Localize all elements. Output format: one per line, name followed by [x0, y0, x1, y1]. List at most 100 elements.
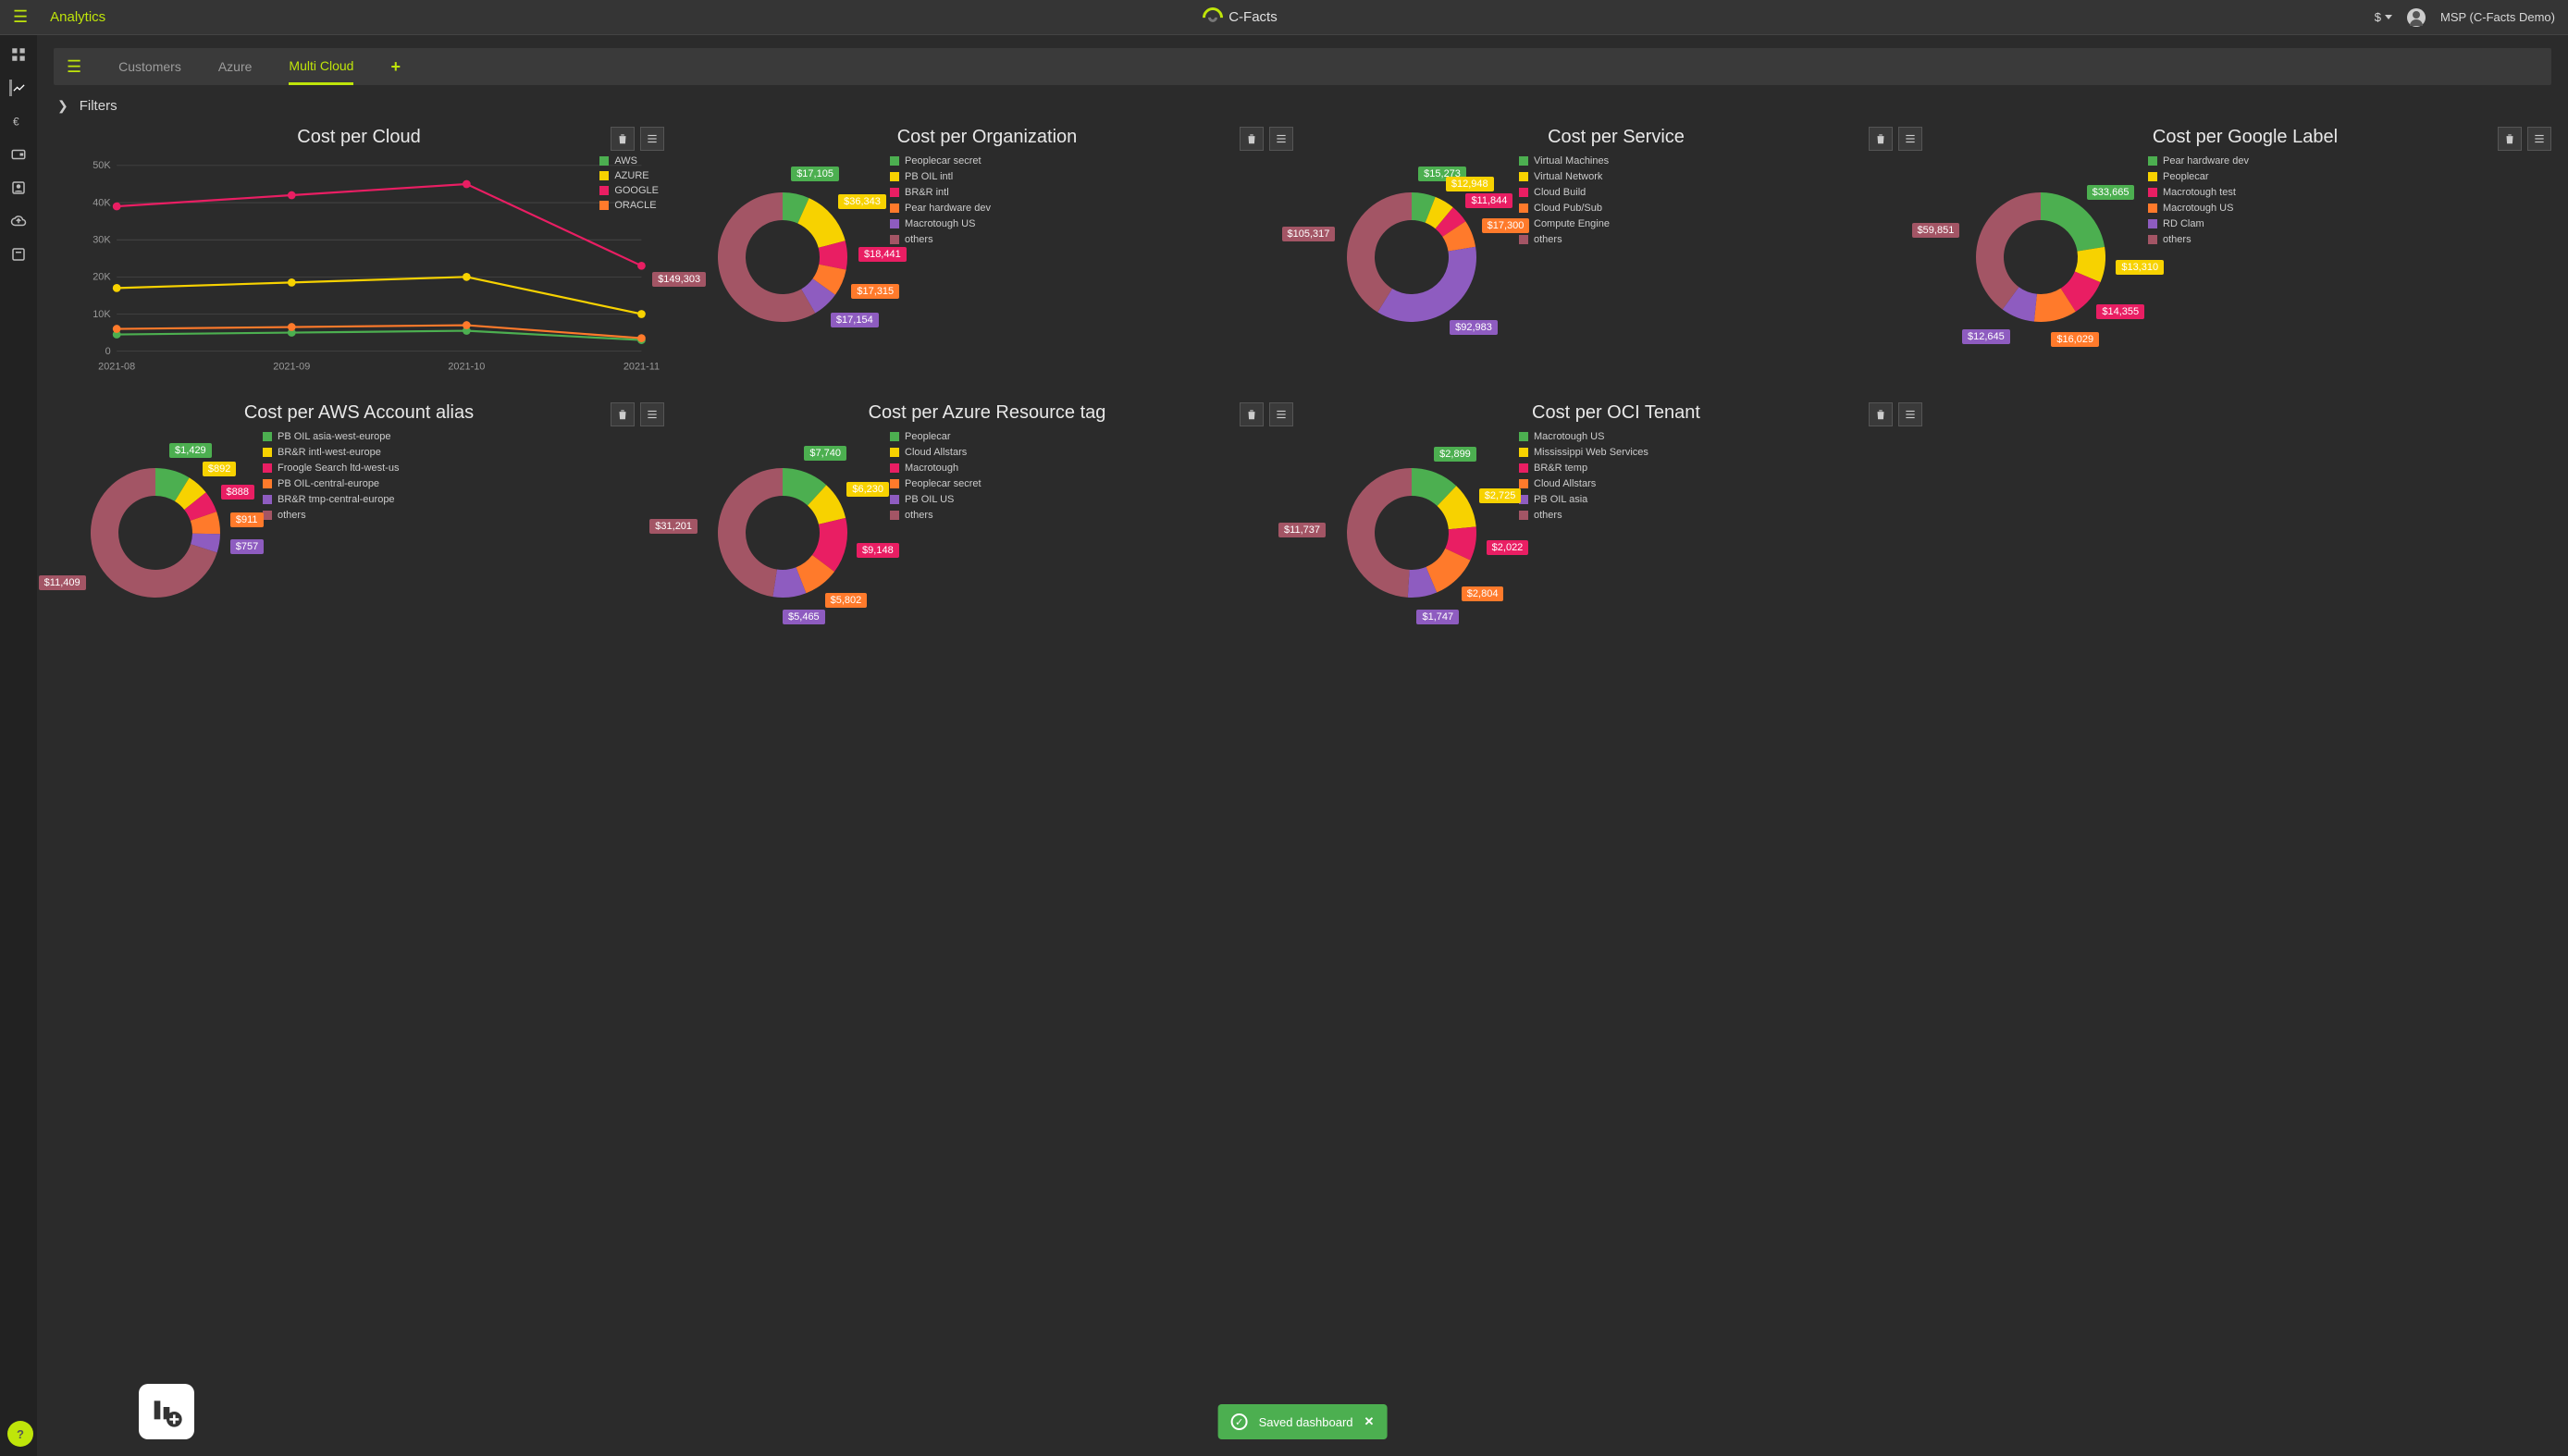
delete-chart-button[interactable]: [2498, 127, 2522, 151]
legend-item[interactable]: Cloud Allstars: [1519, 478, 1922, 489]
legend-item[interactable]: Macrotough US: [1519, 431, 1922, 442]
legend-item[interactable]: Virtual Network: [1519, 171, 1922, 182]
toast-close-icon[interactable]: ✕: [1364, 1414, 1375, 1429]
slice-value-label: $5,465: [783, 610, 825, 624]
legend-item[interactable]: Virtual Machines: [1519, 155, 1922, 167]
legend-item[interactable]: RD Clam: [2148, 218, 2551, 229]
delete-chart-button[interactable]: [1869, 127, 1893, 151]
slice-value-label: $105,317: [1282, 227, 1336, 241]
legend-item[interactable]: others: [263, 510, 664, 521]
legend-item[interactable]: Macrotough US: [2148, 203, 2551, 214]
legend-item[interactable]: Pear hardware dev: [890, 203, 1293, 214]
add-tab-button[interactable]: +: [390, 57, 401, 77]
account-label: MSP (C-Facts Demo): [2440, 10, 2555, 24]
legend-item[interactable]: ORACLE: [599, 200, 659, 211]
legend-item[interactable]: BR&R intl: [890, 187, 1293, 198]
chart-menu-button[interactable]: [1898, 402, 1922, 426]
legend-item[interactable]: Pear hardware dev: [2148, 155, 2551, 167]
legend-item[interactable]: BR&R intl-west-europe: [263, 447, 664, 458]
nav-contacts-icon[interactable]: [10, 179, 27, 196]
legend-item[interactable]: Cloud Allstars: [890, 447, 1293, 458]
legend-item[interactable]: Macrotough test: [2148, 187, 2551, 198]
filters-row[interactable]: ❯ Filters: [54, 85, 2551, 127]
slice-value-label: $17,315: [851, 284, 899, 299]
chart-menu-button[interactable]: [1269, 127, 1293, 151]
currency-selector[interactable]: $: [2375, 10, 2392, 24]
slice-value-label: $31,201: [649, 519, 698, 534]
legend-item[interactable]: AZURE: [599, 170, 659, 181]
top-bar: ☰ Analytics C-Facts $ MSP (C-Facts Demo): [0, 0, 2568, 35]
legend-item[interactable]: others: [2148, 234, 2551, 245]
chart-menu-button[interactable]: [1898, 127, 1922, 151]
legend-item[interactable]: Macrotough: [890, 463, 1293, 474]
check-circle-icon: ✓: [1231, 1413, 1248, 1430]
slice-value-label: $36,343: [838, 194, 886, 209]
tab-customers[interactable]: Customers: [118, 48, 181, 85]
legend-item[interactable]: others: [890, 234, 1293, 245]
nav-wallet-icon[interactable]: [10, 146, 27, 163]
chevron-right-icon: ❯: [57, 98, 68, 114]
legend-item[interactable]: others: [1519, 510, 1922, 521]
svg-text:2021-11: 2021-11: [623, 361, 660, 372]
slice-value-label: $1,429: [169, 443, 212, 458]
legend-item[interactable]: Mississippi Web Services: [1519, 447, 1922, 458]
legend-item[interactable]: Macrotough US: [890, 218, 1293, 229]
charts-grid: Cost per Cloud 010K20K30K40K50K2021-0820…: [54, 127, 2551, 661]
nav-upload-icon[interactable]: [10, 213, 27, 229]
nav-archive-icon[interactable]: [10, 246, 27, 263]
chart-panel-cost_per_aws_alias: Cost per AWS Account alias $1,429$892$88…: [54, 402, 664, 661]
legend-item[interactable]: GOOGLE: [599, 185, 659, 196]
user-avatar-icon[interactable]: [2407, 8, 2426, 27]
tab-azure[interactable]: Azure: [218, 48, 253, 85]
legend-item[interactable]: others: [1519, 234, 1922, 245]
slice-value-label: $892: [203, 462, 236, 476]
legend-item[interactable]: Peoplecar secret: [890, 478, 1293, 489]
help-button[interactable]: ?: [7, 1421, 33, 1447]
legend-item[interactable]: PB OIL asia-west-europe: [263, 431, 664, 442]
legend-item[interactable]: PB OIL US: [890, 494, 1293, 505]
add-widget-button[interactable]: [139, 1384, 194, 1439]
delete-chart-button[interactable]: [611, 402, 635, 426]
brand-area: C-Facts: [105, 7, 2375, 28]
slice-value-label: $2,022: [1487, 540, 1529, 555]
delete-chart-button[interactable]: [1240, 127, 1264, 151]
chevron-down-icon: [2385, 15, 2392, 19]
chart-panel-cost_per_cloud: Cost per Cloud 010K20K30K40K50K2021-0820…: [54, 127, 664, 386]
chart-legend: Macrotough US Mississippi Web Services BR&…: [1513, 431, 1922, 635]
slice-value-label: $17,154: [831, 313, 879, 327]
legend-item[interactable]: Compute Engine: [1519, 218, 1922, 229]
svg-text:2021-09: 2021-09: [273, 361, 310, 372]
delete-chart-button[interactable]: [611, 127, 635, 151]
legend-item[interactable]: BR&R tmp-central-europe: [263, 494, 664, 505]
tab-multi-cloud[interactable]: Multi Cloud: [289, 48, 353, 85]
nav-dashboard-icon[interactable]: [10, 46, 27, 63]
slice-value-label: $14,355: [2096, 304, 2144, 319]
brand-name: C-Facts: [1228, 9, 1278, 25]
legend-item[interactable]: others: [890, 510, 1293, 521]
slice-value-label: $757: [230, 539, 264, 554]
tabs-menu-icon[interactable]: ☰: [67, 57, 81, 77]
legend-item[interactable]: PB OIL intl: [890, 171, 1293, 182]
legend-item[interactable]: PB OIL asia: [1519, 494, 1922, 505]
chart-menu-button[interactable]: [1269, 402, 1293, 426]
nav-cost-icon[interactable]: €: [10, 113, 27, 130]
legend-item[interactable]: Peoplecar secret: [890, 155, 1293, 167]
menu-toggle-icon[interactable]: ☰: [13, 7, 28, 27]
legend-item[interactable]: Cloud Build: [1519, 187, 1922, 198]
legend-item[interactable]: AWS: [599, 155, 659, 167]
nav-analytics-icon[interactable]: [9, 80, 26, 96]
legend-item[interactable]: Peoplecar: [890, 431, 1293, 442]
chart-menu-button[interactable]: [640, 402, 664, 426]
slice-value-label: $9,148: [857, 543, 899, 558]
svg-text:40K: 40K: [93, 197, 111, 208]
legend-item[interactable]: BR&R temp: [1519, 463, 1922, 474]
delete-chart-button[interactable]: [1869, 402, 1893, 426]
chart-menu-button[interactable]: [2527, 127, 2551, 151]
chart-menu-button[interactable]: [640, 127, 664, 151]
legend-item[interactable]: Froogle Search ltd-west-us: [263, 463, 664, 474]
delete-chart-button[interactable]: [1240, 402, 1264, 426]
legend-item[interactable]: PB OIL-central-europe: [263, 478, 664, 489]
legend-item[interactable]: Cloud Pub/Sub: [1519, 203, 1922, 214]
slice-value-label: $2,725: [1479, 488, 1522, 503]
legend-item[interactable]: Peoplecar: [2148, 171, 2551, 182]
